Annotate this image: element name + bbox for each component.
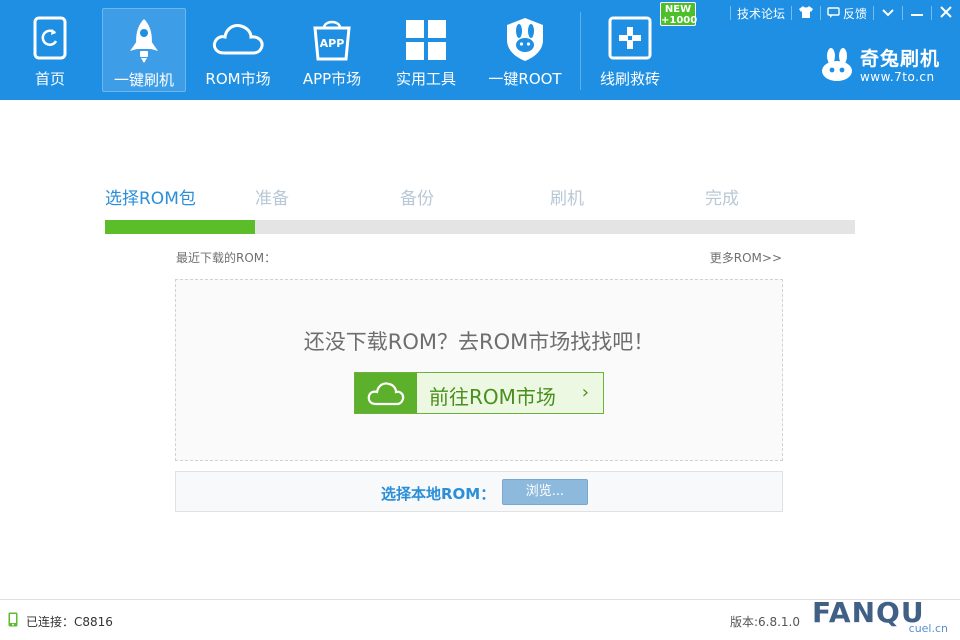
step-complete: 完成 [705,189,739,209]
nav-app-market[interactable]: APP APP市场 [290,8,374,92]
step-select-rom: 选择ROM包 [105,189,196,209]
nav-label: ROM市场 [205,70,271,88]
new-badge: NEW +1000 [660,2,698,26]
nav-divider [580,12,581,90]
first-aid-icon [608,16,652,64]
nav-label: 线刷救砖 [599,70,660,88]
nav-tools[interactable]: 实用工具 [384,8,468,92]
rabbit-logo-icon [820,47,854,85]
feedback-button[interactable]: 反馈 [821,0,873,26]
rabbit-shield-icon [504,16,546,66]
local-rom-row: 选择本地ROM： 浏览... [175,471,783,512]
nav-rom-market[interactable]: ROM市场 [196,8,280,92]
top-toolbar: 首页 一键刷机 ROM市场 APP APP市场 实用工具 一键ROOT 线刷救砖… [0,0,960,100]
recent-rom-label: 最近下载的ROM： [176,251,277,265]
chevron-right-icon: › [581,382,589,403]
phone-connected-icon [8,612,18,630]
tshirt-icon [798,5,814,22]
local-rom-label: 选择本地ROM： [381,485,496,503]
nav-home[interactable]: 首页 [8,8,92,92]
recent-rom-empty-panel: 还没下载ROM？去ROM市场找找吧！ 前往ROM市场 › [175,279,783,461]
connection-status: 已连接：C8816 [8,612,113,630]
progress-bar [105,220,855,234]
nav-label: 实用工具 [395,70,456,88]
phone-icon [33,16,67,64]
step-prepare: 准备 [255,189,289,209]
chat-bubble-icon [827,7,840,19]
tech-forum-link[interactable]: 技术论坛 [731,0,791,26]
logo-name: 奇兔刷机 [859,48,940,70]
grid-icon [406,20,446,64]
cloud-icon [210,20,266,60]
title-bar-controls: 技术论坛 反馈 [729,0,960,26]
cloud-icon [355,373,417,413]
empty-message: 还没下载ROM？去ROM市场找找吧！ [303,330,655,354]
step-backup: 备份 [400,189,434,209]
close-icon [940,5,952,21]
connection-text: 已连接：C8816 [26,614,113,629]
new-badge-line2: +1000 [661,15,698,26]
progress-fill [105,220,255,234]
market-button-label: 前往ROM市场 [429,385,556,409]
status-bar: 已连接：C8816 版本:6.8.1.0 FANQU cuel.cn [0,596,960,640]
skin-button[interactable] [792,0,820,26]
logo-url: www.7to.cn [859,70,935,84]
browse-button[interactable]: 浏览... [502,479,588,505]
menu-dropdown-button[interactable] [874,0,902,26]
nav-label: 一键刷机 [113,71,174,89]
version-label: 版本:6.8.1.0 [729,615,800,629]
minimize-icon [911,6,923,20]
step-flash: 刷机 [550,189,584,209]
step-indicator: 选择ROM包 准备 备份 刷机 完成 [105,184,855,209]
new-badge-line1: NEW [664,4,692,15]
site-watermark: FANQU cuel.cn [804,594,954,640]
app-icon-text: APP [320,37,345,50]
feedback-label: 反馈 [842,6,867,21]
nav-label: 一键ROOT [488,70,562,88]
chevron-down-icon [882,6,894,20]
close-button[interactable] [932,0,960,26]
nav-one-click-flash[interactable]: 一键刷机 [102,8,186,92]
app-logo: 奇兔刷机 www.7to.cn [820,46,940,86]
minimize-button[interactable] [903,0,931,26]
nav-one-click-root[interactable]: 一键ROOT [478,8,572,92]
shopping-bag-icon: APP [310,16,354,66]
more-rom-link[interactable]: 更多ROM>> [710,249,782,266]
watermark-url: cuel.cn [908,622,948,635]
nav-label: APP市场 [302,70,362,88]
goto-rom-market-button[interactable]: 前往ROM市场 › [354,372,604,414]
rocket-icon [126,17,162,67]
nav-label: 首页 [34,70,65,88]
